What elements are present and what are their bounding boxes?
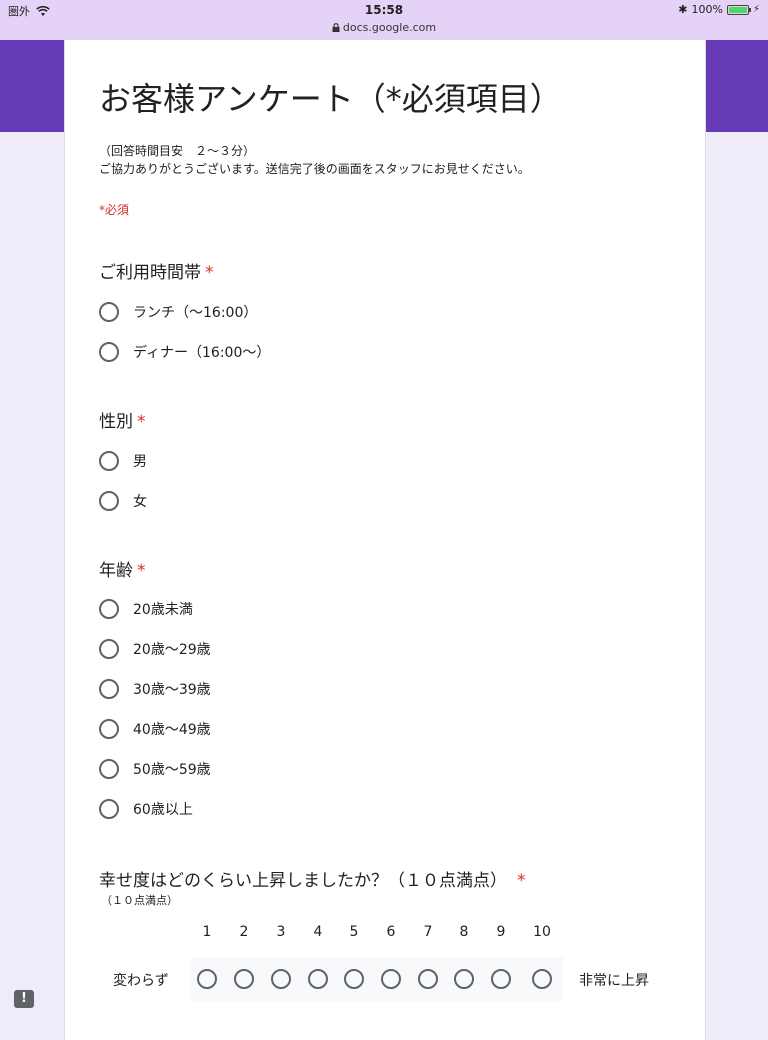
question-subtitle: （１０点満点） (101, 894, 178, 907)
scale-number: 9 (496, 924, 506, 940)
radio-button[interactable] (99, 342, 119, 362)
question-title-gender: 性別 * (99, 407, 146, 432)
option-label: 男 (133, 454, 147, 470)
form-description-thanks: ご協力ありがとうございます。送信完了後の画面をスタッフにお見せください。 (99, 162, 530, 176)
required-star: * (137, 412, 146, 432)
option-dinner[interactable]: ディナー（16:00〜） (99, 341, 270, 363)
scale-number: 2 (239, 924, 249, 940)
scale-number: 3 (276, 924, 286, 940)
required-star: * (137, 561, 146, 581)
scale-number: 7 (423, 924, 433, 940)
clock: 15:58 (364, 3, 404, 17)
question-label: 幸せ度はどのくらい上昇しましたか？（１０点満点） (99, 871, 507, 891)
status-bar: 圏外 15:58 docs.google.com ✱ 100% ⚡ (0, 0, 768, 40)
required-star: * (205, 263, 214, 283)
scale-radio-10[interactable] (532, 969, 552, 989)
option-female[interactable]: 女 (99, 490, 147, 512)
url-text: docs.google.com (342, 21, 437, 34)
charging-icon: ⚡ (752, 4, 760, 15)
url-bar[interactable]: docs.google.com (0, 21, 768, 34)
question-title-age: 年齢 * (99, 556, 146, 581)
option-label: 30歳〜39歳 (133, 682, 211, 698)
radio-button[interactable] (99, 719, 119, 739)
scale-radio-1[interactable] (197, 969, 217, 989)
question-title-happiness: 幸せ度はどのくらい上昇しましたか？（１０点満点） * (99, 866, 526, 891)
option-age-under-20[interactable]: 20歳未満 (99, 598, 193, 620)
option-label: ディナー（16:00〜） (133, 345, 271, 361)
radio-button[interactable] (99, 451, 119, 471)
radio-button[interactable] (99, 679, 119, 699)
option-label: 20歳〜29歳 (133, 642, 211, 658)
scale-number: 8 (459, 924, 469, 940)
scale-radio-8[interactable] (454, 969, 474, 989)
radio-button[interactable] (99, 639, 119, 659)
scale-low-label: 変わらず (113, 973, 169, 989)
question-label: 年齢 (99, 561, 133, 581)
scale-radio-3[interactable] (271, 969, 291, 989)
radio-button[interactable] (99, 599, 119, 619)
scale-radio-4[interactable] (308, 969, 328, 989)
question-title-time-slot: ご利用時間帯 * (99, 258, 214, 283)
option-lunch[interactable]: ランチ（〜16:00） (99, 301, 257, 323)
bluetooth-icon: ✱ (678, 3, 688, 16)
status-right: ✱ 100% ⚡ (678, 3, 760, 16)
battery-fill (728, 6, 747, 13)
option-label: ランチ（〜16:00） (133, 305, 258, 321)
form-card: お客様アンケート（*必須項目） （回答時間目安 ２〜３分） ご協力ありがとうござ… (64, 40, 706, 1040)
scale-number: 6 (386, 924, 396, 940)
scale-number: 1 (202, 924, 212, 940)
option-label: 40歳〜49歳 (133, 722, 211, 738)
question-label: 性別 (99, 412, 133, 432)
radio-button[interactable] (99, 491, 119, 511)
scale-radio-6[interactable] (381, 969, 401, 989)
lock-icon (332, 23, 340, 32)
option-age-40s[interactable]: 40歳〜49歳 (99, 718, 211, 740)
scale-number: 5 (349, 924, 359, 940)
battery-icon (726, 4, 751, 15)
feedback-icon[interactable]: ! (14, 990, 34, 1008)
scale-radio-7[interactable] (418, 969, 438, 989)
option-age-30s[interactable]: 30歳〜39歳 (99, 678, 211, 700)
option-male[interactable]: 男 (99, 450, 147, 472)
option-label: 60歳以上 (133, 802, 193, 818)
radio-button[interactable] (99, 759, 119, 779)
question-label: ご利用時間帯 (99, 263, 201, 283)
required-note: *必須 (99, 203, 130, 217)
radio-button[interactable] (99, 302, 119, 322)
option-label: 50歳〜59歳 (133, 762, 211, 778)
scale-number: 10 (533, 924, 551, 940)
scale-radio-9[interactable] (491, 969, 511, 989)
option-label: 20歳未満 (133, 602, 193, 618)
scale-high-label: 非常に上昇 (579, 973, 649, 989)
battery-percent: 100% (691, 3, 723, 16)
option-age-50s[interactable]: 50歳〜59歳 (99, 758, 211, 780)
option-age-20s[interactable]: 20歳〜29歳 (99, 638, 211, 660)
scale-number: 4 (313, 924, 323, 940)
scale-radio-2[interactable] (234, 969, 254, 989)
option-label: 女 (133, 494, 147, 510)
radio-button[interactable] (99, 799, 119, 819)
scale-radio-5[interactable] (344, 969, 364, 989)
required-star: * (517, 871, 526, 891)
option-age-60-plus[interactable]: 60歳以上 (99, 798, 193, 820)
form-title: お客様アンケート（*必須項目） (99, 80, 562, 118)
form-description-time: （回答時間目安 ２〜３分） (99, 144, 256, 158)
